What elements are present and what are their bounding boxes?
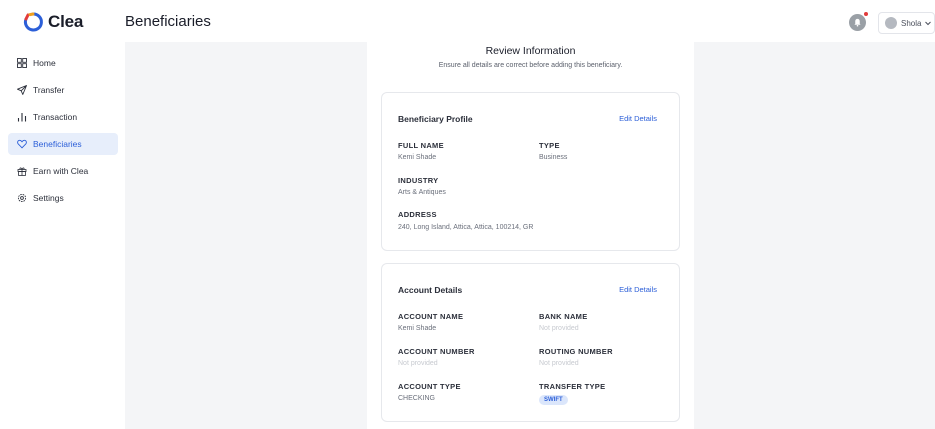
field-label-routing-number: ROUTING NUMBER (539, 347, 613, 356)
field-label-address: ADDRESS (398, 210, 437, 219)
sidebar: Home Transfer Transaction Beneficiaries (0, 42, 125, 429)
page-title: Beneficiaries (125, 13, 211, 30)
sidebar-item-label: Earn with Clea (33, 166, 89, 176)
heart-icon (17, 139, 27, 149)
notification-dot (864, 12, 868, 16)
app-root: Clea Beneficiaries Shola Home Transfer T… (0, 0, 935, 429)
review-title: Review Information (485, 45, 576, 57)
sidebar-item-label: Transaction (33, 112, 78, 122)
field-label-bank-name: BANK NAME (539, 312, 588, 321)
transfer-type-badge: SWIFT (539, 395, 568, 405)
clea-logo-icon (23, 12, 43, 32)
logo[interactable]: Clea (22, 11, 83, 33)
field-label-industry: INDUSTRY (398, 176, 439, 185)
avatar (885, 17, 897, 29)
field-value-routing-number: Not provided (539, 360, 579, 367)
field-value-address: 240, Long Island, Attica, Attica, 100214… (398, 224, 534, 231)
field-value-account-name: Kemi Shade (398, 325, 437, 332)
field-value-bank-name: Not provided (539, 325, 579, 332)
field-value-industry: Arts & Antiques (398, 189, 446, 196)
account-details-card: Account Details Edit Details ACCOUNT NAM… (381, 263, 680, 422)
field-label-full-name: FULL NAME (398, 141, 444, 150)
beneficiary-profile-card: Beneficiary Profile Edit Details FULL NA… (381, 92, 680, 251)
sidebar-item-home[interactable]: Home (8, 52, 118, 74)
field-value-full-name: Kemi Shade (398, 154, 437, 161)
top-bar: Clea Beneficiaries Shola (0, 0, 935, 42)
sidebar-item-label: Settings (33, 193, 64, 203)
sidebar-item-label: Home (33, 58, 56, 68)
card-title: Beneficiary Profile (398, 114, 473, 124)
sidebar-item-label: Beneficiaries (33, 139, 82, 149)
gear-icon (17, 193, 27, 203)
bell-icon (854, 18, 861, 27)
gift-icon (17, 167, 27, 176)
field-value-account-number: Not provided (398, 360, 438, 367)
edit-account-link[interactable]: Edit Details (619, 285, 657, 294)
field-label-account-number: ACCOUNT NUMBER (398, 347, 475, 356)
grid-icon (17, 58, 27, 68)
main-content: Review Information Ensure all details ar… (125, 42, 935, 429)
sidebar-item-transfer[interactable]: Transfer (8, 79, 118, 101)
review-panel: Review Information Ensure all details ar… (367, 42, 694, 429)
field-label-type: TYPE (539, 141, 560, 150)
bar-chart-icon (17, 113, 27, 122)
field-label-transfer-type: TRANSFER TYPE (539, 382, 606, 391)
sidebar-item-earn[interactable]: Earn with Clea (8, 160, 118, 182)
sidebar-item-label: Transfer (33, 85, 65, 95)
review-subtitle: Ensure all details are correct before ad… (438, 62, 623, 69)
user-name: Shola (901, 18, 922, 28)
field-value-type: Business (539, 154, 568, 161)
edit-profile-link[interactable]: Edit Details (619, 114, 657, 123)
logo-text: Clea (48, 12, 84, 31)
card-title: Account Details (398, 285, 463, 295)
user-menu-button[interactable]: Shola (878, 12, 935, 34)
notification-button[interactable] (849, 14, 866, 31)
chevron-down-icon (925, 21, 932, 26)
send-icon (17, 85, 27, 95)
sidebar-item-settings[interactable]: Settings (8, 187, 118, 209)
field-label-account-type: ACCOUNT TYPE (398, 382, 461, 391)
field-value-account-type: CHECKING (398, 395, 435, 402)
sidebar-item-beneficiaries[interactable]: Beneficiaries (8, 133, 118, 155)
field-label-account-name: ACCOUNT NAME (398, 312, 464, 321)
sidebar-item-transaction[interactable]: Transaction (8, 106, 118, 128)
